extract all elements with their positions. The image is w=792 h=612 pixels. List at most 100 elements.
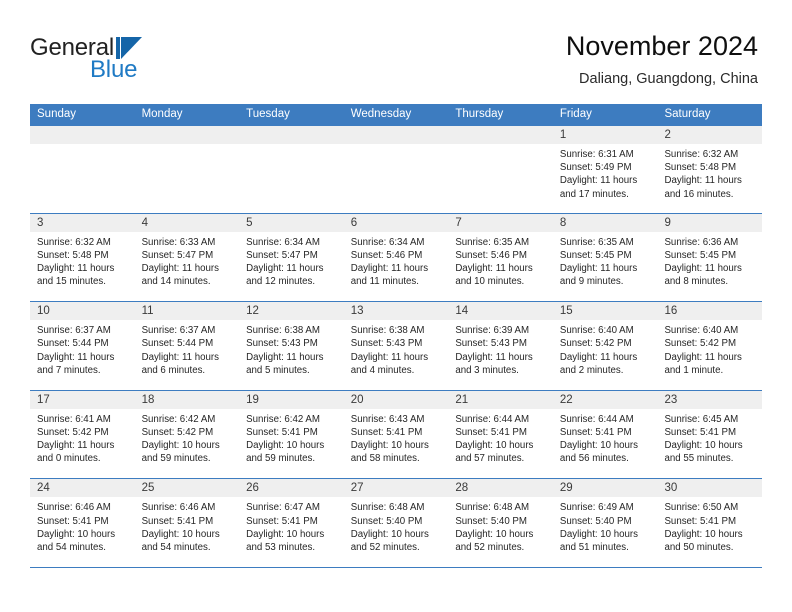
daylight-duration-line-1: Daylight: 11 hours: [141, 351, 219, 363]
daylight-duration-line-1: Daylight: 11 hours: [559, 263, 638, 274]
sunrise-time: Sunrise: 6:42 AM: [141, 413, 216, 425]
day-number-band: 23: [657, 390, 763, 409]
calendar-day-cell[interactable]: 14 Sunrise: 6:39 AM Sunset: 5:43 PM Dayligh…: [448, 302, 553, 390]
day-sun-info: Sunrise: 6:31 AM Sunset: 5:49 PM Daylight:…: [553, 144, 658, 201]
calendar-day-cell[interactable]: 9 Sunrise: 6:36 AM Sunset: 5:45 PM Daylight…: [657, 213, 763, 302]
sunrise-time: Sunrise: 6:46 AM: [37, 502, 111, 514]
day-number-band: [134, 126, 240, 144]
sunset-time: Sunset: 5:41 PM: [455, 426, 527, 438]
calendar-day-cell[interactable]: 29 Sunrise: 6:49 AM Sunset: 5:40 PM Dayligh…: [552, 479, 658, 567]
brand-logo[interactable]: General Blue: [30, 36, 260, 92]
daylight-duration-line-2: and 10 minutes.: [455, 276, 525, 288]
calendar-day-cell-empty: [30, 126, 135, 213]
sunset-time: Sunset: 5:40 PM: [350, 515, 423, 527]
calendar-day-cell[interactable]: 13 Sunrise: 6:38 AM Sunset: 5:43 PM Dayligh…: [343, 302, 449, 390]
calendar-day-cell[interactable]: 25 Sunrise: 6:46 AM Sunset: 5:41 PM Dayligh…: [134, 479, 240, 567]
daylight-duration-line-1: Daylight: 10 hours: [559, 528, 638, 540]
day-sun-info: Sunrise: 6:48 AM Sunset: 5:40 PM Daylight:…: [448, 497, 553, 554]
calendar-day-cell[interactable]: 24 Sunrise: 6:46 AM Sunset: 5:41 PM Dayligh…: [30, 479, 135, 567]
calendar-day-cell[interactable]: 17 Sunrise: 6:41 AM Sunset: 5:42 PM Dayligh…: [30, 390, 135, 479]
day-number-band: 1: [552, 126, 658, 144]
sunset-time: Sunset: 5:45 PM: [559, 249, 632, 261]
daylight-duration-line-2: and 6 minutes.: [141, 364, 206, 376]
calendar-day-cell-empty: [448, 126, 553, 213]
day-number: 11: [141, 305, 154, 318]
calendar-day-cell[interactable]: 19 Sunrise: 6:42 AM Sunset: 5:41 PM Dayligh…: [239, 390, 344, 479]
sunrise-time: Sunrise: 6:34 AM: [246, 236, 320, 248]
sunrise-time: Sunrise: 6:37 AM: [141, 325, 216, 337]
calendar-day-cell[interactable]: 18 Sunrise: 6:42 AM Sunset: 5:42 PM Dayligh…: [134, 390, 240, 479]
calendar-day-cell[interactable]: 23 Sunrise: 6:45 AM Sunset: 5:41 PM Dayligh…: [657, 390, 763, 479]
daylight-duration-line-2: and 56 minutes.: [559, 453, 629, 465]
day-number-band: 18: [134, 390, 240, 409]
day-sun-info: Sunrise: 6:50 AM Sunset: 5:41 PM Daylight:…: [657, 497, 762, 554]
day-number: 9: [664, 216, 671, 229]
sunset-time: Sunset: 5:43 PM: [350, 338, 423, 350]
calendar-day-cell[interactable]: 20 Sunrise: 6:43 AM Sunset: 5:41 PM Dayligh…: [343, 390, 449, 479]
calendar-day-cell[interactable]: 1 Sunrise: 6:31 AM Sunset: 5:49 PM Daylight…: [552, 126, 658, 213]
sunrise-time: Sunrise: 6:35 AM: [455, 236, 530, 248]
sunset-time: Sunset: 5:42 PM: [141, 426, 214, 438]
sunset-time: Sunset: 5:41 PM: [141, 515, 214, 527]
daylight-duration-line-1: Daylight: 10 hours: [141, 528, 220, 540]
calendar-day-cell[interactable]: 22 Sunrise: 6:44 AM Sunset: 5:41 PM Dayligh…: [552, 390, 658, 479]
calendar-day-cell[interactable]: 12 Sunrise: 6:38 AM Sunset: 5:43 PM Dayligh…: [239, 302, 344, 390]
daylight-duration-line-1: Daylight: 11 hours: [664, 351, 742, 363]
daylight-duration-line-2: and 2 minutes.: [559, 364, 624, 376]
day-sun-info: Sunrise: 6:44 AM Sunset: 5:41 PM Daylight:…: [553, 409, 658, 466]
weekday-header-tuesday: Tuesday: [246, 108, 290, 120]
day-number: 30: [664, 482, 678, 495]
day-number-band: 21: [448, 390, 553, 409]
day-number: 19: [246, 393, 259, 406]
calendar-day-cell[interactable]: 11 Sunrise: 6:37 AM Sunset: 5:44 PM Dayligh…: [134, 302, 240, 390]
sunset-time: Sunset: 5:46 PM: [350, 249, 423, 261]
calendar-day-cell[interactable]: 30 Sunrise: 6:50 AM Sunset: 5:41 PM Dayligh…: [657, 479, 763, 567]
sunrise-time: Sunrise: 6:31 AM: [559, 149, 634, 160]
calendar-day-cell[interactable]: 6 Sunrise: 6:34 AM Sunset: 5:46 PM Daylight…: [343, 213, 449, 302]
calendar-day-cell[interactable]: 26 Sunrise: 6:47 AM Sunset: 5:41 PM Dayligh…: [239, 479, 344, 567]
daylight-duration-line-1: Daylight: 11 hours: [559, 351, 638, 363]
calendar-day-cell[interactable]: 27 Sunrise: 6:48 AM Sunset: 5:40 PM Dayligh…: [343, 479, 449, 567]
daylight-duration-line-2: and 1 minute.: [664, 364, 724, 376]
calendar-day-cell[interactable]: 2 Sunrise: 6:32 AM Sunset: 5:48 PM Daylight…: [657, 126, 763, 213]
calendar-day-cell[interactable]: 28 Sunrise: 6:48 AM Sunset: 5:40 PM Dayligh…: [448, 479, 553, 567]
calendar-day-cell[interactable]: 15 Sunrise: 6:40 AM Sunset: 5:42 PM Dayligh…: [552, 302, 658, 390]
calendar-day-cell[interactable]: 8 Sunrise: 6:35 AM Sunset: 5:45 PM Daylight…: [552, 213, 658, 302]
calendar-week-row: 24 Sunrise: 6:46 AM Sunset: 5:41 PM Dayligh…: [30, 479, 763, 568]
sunset-time: Sunset: 5:42 PM: [664, 338, 737, 350]
page-subtitle-location: Daliang, Guangdong, China: [579, 71, 758, 87]
day-number: 12: [246, 305, 259, 318]
daylight-duration-line-1: Daylight: 11 hours: [246, 263, 324, 274]
day-number-band: 6: [343, 213, 449, 232]
day-number-band: 9: [657, 213, 763, 232]
calendar-day-cell[interactable]: 4 Sunrise: 6:33 AM Sunset: 5:47 PM Daylight…: [134, 213, 240, 302]
daylight-duration-line-2: and 12 minutes.: [246, 276, 316, 288]
sunrise-time: Sunrise: 6:42 AM: [246, 413, 320, 425]
calendar-weeks: 1 Sunrise: 6:31 AM Sunset: 5:49 PM Daylight…: [30, 125, 763, 568]
daylight-duration-line-1: Daylight: 10 hours: [664, 440, 743, 452]
day-number: 5: [246, 216, 253, 229]
daylight-duration-line-2: and 55 minutes.: [664, 453, 734, 465]
day-number: 15: [559, 305, 573, 318]
daylight-duration-line-1: Daylight: 11 hours: [559, 175, 638, 187]
calendar-day-cell[interactable]: 21 Sunrise: 6:44 AM Sunset: 5:41 PM Dayligh…: [448, 390, 553, 479]
sunrise-time: Sunrise: 6:35 AM: [559, 236, 634, 248]
calendar-day-cell[interactable]: 5 Sunrise: 6:34 AM Sunset: 5:47 PM Daylight…: [239, 213, 344, 302]
sunrise-time: Sunrise: 6:39 AM: [455, 325, 530, 337]
day-sun-info: Sunrise: 6:32 AM Sunset: 5:48 PM Daylight:…: [30, 232, 135, 289]
day-number-band: 4: [134, 213, 240, 232]
daylight-duration-line-1: Daylight: 11 hours: [350, 263, 429, 274]
daylight-duration-line-2: and 59 minutes.: [141, 453, 211, 465]
sunrise-time: Sunrise: 6:33 AM: [141, 236, 216, 248]
daylight-duration-line-2: and 16 minutes.: [664, 188, 734, 200]
calendar-day-cell[interactable]: 3 Sunrise: 6:32 AM Sunset: 5:48 PM Daylight…: [30, 213, 135, 302]
day-number: 2: [664, 129, 671, 141]
day-sun-info: Sunrise: 6:34 AM Sunset: 5:47 PM Daylight:…: [239, 232, 344, 289]
daylight-duration-line-1: Daylight: 11 hours: [37, 351, 115, 363]
calendar-day-cell[interactable]: 7 Sunrise: 6:35 AM Sunset: 5:46 PM Daylight…: [448, 213, 553, 302]
day-number-band: 13: [343, 302, 449, 321]
calendar-week-row: 17 Sunrise: 6:41 AM Sunset: 5:42 PM Dayligh…: [30, 390, 763, 480]
day-sun-info: Sunrise: 6:38 AM Sunset: 5:43 PM Daylight:…: [239, 320, 344, 377]
calendar-day-cell[interactable]: 10 Sunrise: 6:37 AM Sunset: 5:44 PM Dayligh…: [30, 302, 135, 390]
calendar-day-cell[interactable]: 16 Sunrise: 6:40 AM Sunset: 5:42 PM Dayligh…: [657, 302, 763, 390]
